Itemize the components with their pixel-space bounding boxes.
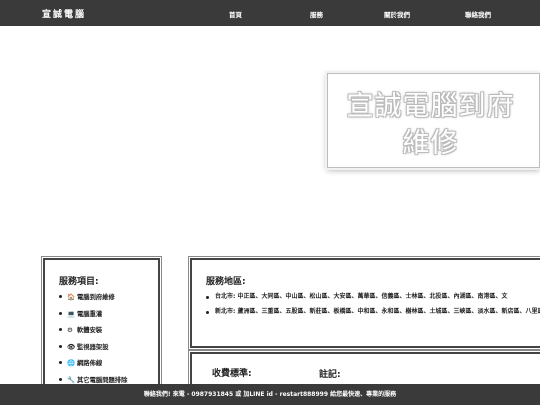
service-item: ⚙ 軟體安裝 <box>59 325 127 342</box>
brand-logo[interactable]: 宣誠電腦 <box>42 7 86 20</box>
computer-icon: 💻 <box>67 309 76 318</box>
service-item: 👁 監視器架設 <box>59 342 127 359</box>
tools-icon: 🔧 <box>67 375 76 384</box>
nav-contact[interactable]: 聯絡我們 <box>465 9 491 19</box>
hero-title-line-1: 宣誠電腦到府 <box>346 91 515 122</box>
area-item-taipei: 台北市: 中正區、大同區、中山區、松山區、大安區、萬華區、信義區、士林區、北投區… <box>206 293 540 302</box>
page: 宣誠電腦 首頁 服務 關於我們 聯絡我們 宣誠電腦到府 維修 服務項目: 🏠 電腦… <box>0 0 540 405</box>
note-title: 註記: <box>319 370 341 380</box>
service-area-list: 台北市: 中正區、大同區、中山區、松山區、大安區、萬華區、信義區、士林區、北投區… <box>206 293 540 322</box>
service-item: 🏠 電腦到府維修 <box>59 292 127 309</box>
services-title: 服務項目: <box>59 277 99 287</box>
service-label: 監視器架設 <box>77 343 109 351</box>
area-item-new-taipei: 新北市: 蘆洲區、三重區、五股區、新莊區、板橋區、中和區、永和區、樹林區、土城區… <box>206 308 540 317</box>
service-label: 電腦到府維修 <box>77 294 115 301</box>
services-panel: 服務項目: 🏠 電腦到府維修 💻 電腦重灌 ⚙ 軟體安裝 👁 監視器架設 🌐 網路佈線 🔧… <box>43 258 160 398</box>
service-label: 網路佈線 <box>77 360 103 367</box>
service-label: 其它電腦問題排除 <box>77 376 128 384</box>
nav-services[interactable]: 服務 <box>310 9 323 19</box>
service-area-title: 服務地區: <box>206 277 246 287</box>
gear-icon: ⚙ <box>67 326 73 334</box>
service-label: 軟體安裝 <box>77 327 103 334</box>
service-area-panel: 服務地區: 台北市: 中正區、大同區、中山區、松山區、大安區、萬華區、信義區、士… <box>190 258 540 348</box>
house-icon: 🏠 <box>67 293 76 301</box>
hero-title-card: 宣誠電腦到府 維修 <box>327 73 540 168</box>
top-nav-bar: 宣誠電腦 首頁 服務 關於我們 聯絡我們 <box>0 0 540 26</box>
services-list: 🏠 電腦到府維修 💻 電腦重灌 ⚙ 軟體安裝 👁 監視器架設 🌐 網路佈線 🔧 其它電腦問題… <box>59 292 127 391</box>
nav-home[interactable]: 首頁 <box>229 9 242 19</box>
footer-contact-text: 聯絡我們! 來電 - 0987931845 或 加LINE id - resta… <box>143 391 397 398</box>
eye-icon: 👁 <box>67 342 76 351</box>
contact-footer-bar: 聯絡我們! 來電 - 0987931845 或 加LINE id - resta… <box>0 384 540 405</box>
fee-title: 收費標準: <box>212 369 252 379</box>
service-label: 電腦重灌 <box>77 310 103 318</box>
hero-title-line-2: 維修 <box>402 128 459 159</box>
globe-icon: 🌐 <box>67 359 76 367</box>
service-item: 💻 電腦重灌 <box>59 309 127 326</box>
service-item: 🌐 網路佈線 <box>59 358 127 375</box>
nav-about[interactable]: 關於我們 <box>384 9 410 19</box>
